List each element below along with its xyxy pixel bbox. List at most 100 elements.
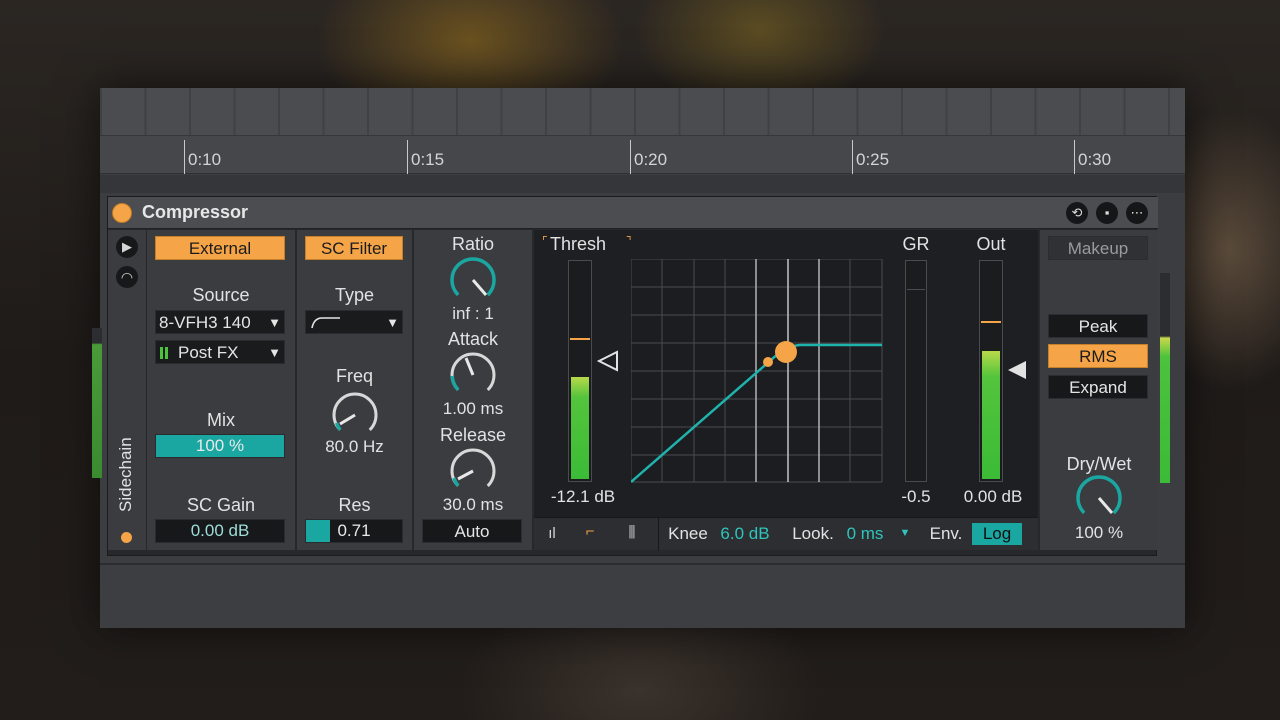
res-value: 0.71 <box>337 521 371 540</box>
attack-knob[interactable] <box>446 350 500 400</box>
dry-wet-knob[interactable] <box>1072 473 1126 523</box>
source-dropdown[interactable]: 8-VFH3 140 ▼ <box>155 310 285 334</box>
knee-value[interactable]: 6.0 dB <box>715 524 775 544</box>
sidechain-panel: External Source 8-VFH3 140 ▼ Post FX ▼ M… <box>147 230 295 550</box>
thresh-label[interactable]: ⌜ Thresh ⌝ <box>542 234 632 255</box>
release-value: 30.0 ms <box>442 495 504 514</box>
expand-button[interactable]: Expand <box>1048 375 1148 399</box>
sc-filter-panel: SC Filter Type ▼ Freq 80.0 Hz Res 0.71 <box>297 230 412 550</box>
freq-knob[interactable] <box>328 388 382 442</box>
makeup-button[interactable]: Makeup <box>1048 236 1148 260</box>
compression-display: ⌜ Thresh ⌝ -12.1 dB GR -0.5 Out 0.00 dB … <box>534 230 1038 551</box>
sidechain-indicator[interactable] <box>121 532 132 543</box>
res-slider-fill <box>306 520 330 542</box>
release-label: Release <box>439 425 507 445</box>
save-preset-icon[interactable]: ▪ <box>1096 202 1118 224</box>
rms-button[interactable]: RMS <box>1048 344 1148 368</box>
sidechain-strip: ▶ ◠ Sidechain <box>108 230 146 550</box>
sc-gain-label: SC Gain <box>186 495 256 515</box>
transfer-curve-view-icon[interactable]: ⌐ <box>576 523 604 540</box>
headphones-icon[interactable]: ◠ <box>116 266 138 288</box>
more-options-icon[interactable]: ⋯ <box>1126 202 1148 224</box>
ruler-mark: 0:30 <box>1074 140 1111 174</box>
input-meter-fill <box>571 377 589 479</box>
ratio-knob[interactable] <box>446 255 500 305</box>
sc-gain-value: 0.00 dB <box>190 521 250 540</box>
collapsed-view-icon[interactable]: ıl <box>540 525 564 542</box>
play-icon[interactable]: ▶ <box>116 236 138 258</box>
compressor-device: Compressor ⟲ ▪ ⋯ ▶ ◠ Sidechain External … <box>107 196 1158 556</box>
track-meter-left <box>92 328 102 478</box>
activity-view-icon[interactable]: ⫼ <box>618 524 646 541</box>
hot-swap-icon[interactable]: ⟲ <box>1066 202 1088 224</box>
input-meter <box>568 260 592 482</box>
sc-gain-slider[interactable]: 0.00 dB <box>155 519 285 543</box>
source-label: Source <box>192 285 250 305</box>
mix-value: 100 % <box>195 436 245 455</box>
highpass-curve-icon <box>311 317 340 329</box>
device-power-button[interactable] <box>112 203 132 223</box>
sc-filter-button[interactable]: SC Filter <box>305 236 403 260</box>
mix-label: Mix <box>207 410 235 430</box>
chevron-down-icon: ▼ <box>386 315 399 330</box>
track-meter-right <box>1160 273 1170 483</box>
threshold-marker <box>570 338 590 340</box>
divider <box>658 518 659 551</box>
device-title-bar[interactable]: Compressor ⟲ ▪ ⋯ <box>108 197 1158 229</box>
chevron-down-icon: ▼ <box>268 315 281 330</box>
res-slider[interactable]: 0.71 <box>305 519 403 543</box>
peak-button[interactable]: Peak <box>1048 314 1148 338</box>
ruler-mark: 0:15 <box>407 140 444 174</box>
tap-point-dropdown[interactable]: Post FX ▼ <box>155 340 285 364</box>
dry-wet-value: 100 % <box>1074 523 1124 542</box>
freq-value: 80.0 Hz <box>325 437 384 456</box>
tap-bar-icon <box>165 347 168 359</box>
auto-release-button[interactable]: Auto <box>422 519 522 543</box>
dry-wet-label: Dry/Wet <box>1066 454 1132 474</box>
external-button[interactable]: External <box>155 236 285 260</box>
attack-value: 1.00 ms <box>442 399 504 418</box>
gain-reduction-meter <box>905 260 927 482</box>
ratio-label: Ratio <box>451 234 495 254</box>
arrangement-grid <box>100 88 1185 136</box>
output-gain-arrow-icon[interactable] <box>1006 359 1028 381</box>
res-label: Res <box>338 495 371 515</box>
out-label: Out <box>976 234 1006 254</box>
thresh-label-text: Thresh <box>550 234 607 254</box>
bracket-icon: ⌝ <box>626 234 632 248</box>
knee-label: Knee <box>668 524 708 543</box>
thresh-value: -12.1 dB <box>550 487 616 506</box>
track-gap <box>100 175 1185 193</box>
gr-value: -0.5 <box>901 487 931 506</box>
next-track-lane <box>100 563 1185 628</box>
compression-panel: Ratio inf : 1 Attack 1.00 ms Release 30.… <box>414 230 532 550</box>
filter-type-dropdown[interactable]: ▼ <box>305 310 403 334</box>
envelope-log-button[interactable]: Log <box>972 523 1022 545</box>
release-knob[interactable] <box>446 446 500 496</box>
lookahead-value[interactable]: 0 ms <box>841 524 889 544</box>
meter-scale-line <box>907 289 925 290</box>
source-value: 8-VFH3 140 <box>159 313 251 332</box>
threshold-arrow-icon[interactable] <box>597 350 619 372</box>
display-bottom-bar: ıl ⌐ ⫼ Knee 6.0 dB Look. 0 ms ▼ Env. Log <box>534 517 1038 551</box>
output-peak-marker <box>981 321 1001 323</box>
bracket-icon: ⌜ <box>542 234 548 248</box>
filter-type-label: Type <box>334 285 375 305</box>
chevron-down-icon[interactable]: ▼ <box>898 527 912 539</box>
tap-bar-icon <box>160 347 163 359</box>
output-meter-fill <box>982 351 1000 479</box>
lookahead-label: Look. <box>792 524 834 543</box>
output-panel: Makeup Peak RMS Expand Dry/Wet 100 % <box>1040 230 1158 550</box>
ruler-mark: 0:10 <box>184 140 221 174</box>
output-meter <box>979 260 1003 482</box>
chevron-down-icon: ▼ <box>268 345 281 360</box>
mix-slider[interactable]: 100 % <box>155 434 285 458</box>
out-value: 0.00 dB <box>963 487 1023 506</box>
device-title: Compressor <box>142 202 249 222</box>
attack-label: Attack <box>447 329 499 349</box>
timeline-ruler[interactable]: 0:10 0:15 0:20 0:25 0:30 <box>100 136 1185 174</box>
tap-value: Post FX <box>178 343 239 362</box>
sidechain-toggle-label[interactable]: Sidechain <box>116 420 136 530</box>
transfer-curve[interactable] <box>631 259 883 483</box>
daw-window: 0:10 0:15 0:20 0:25 0:30 Compressor ⟲ ▪ … <box>92 88 1185 628</box>
